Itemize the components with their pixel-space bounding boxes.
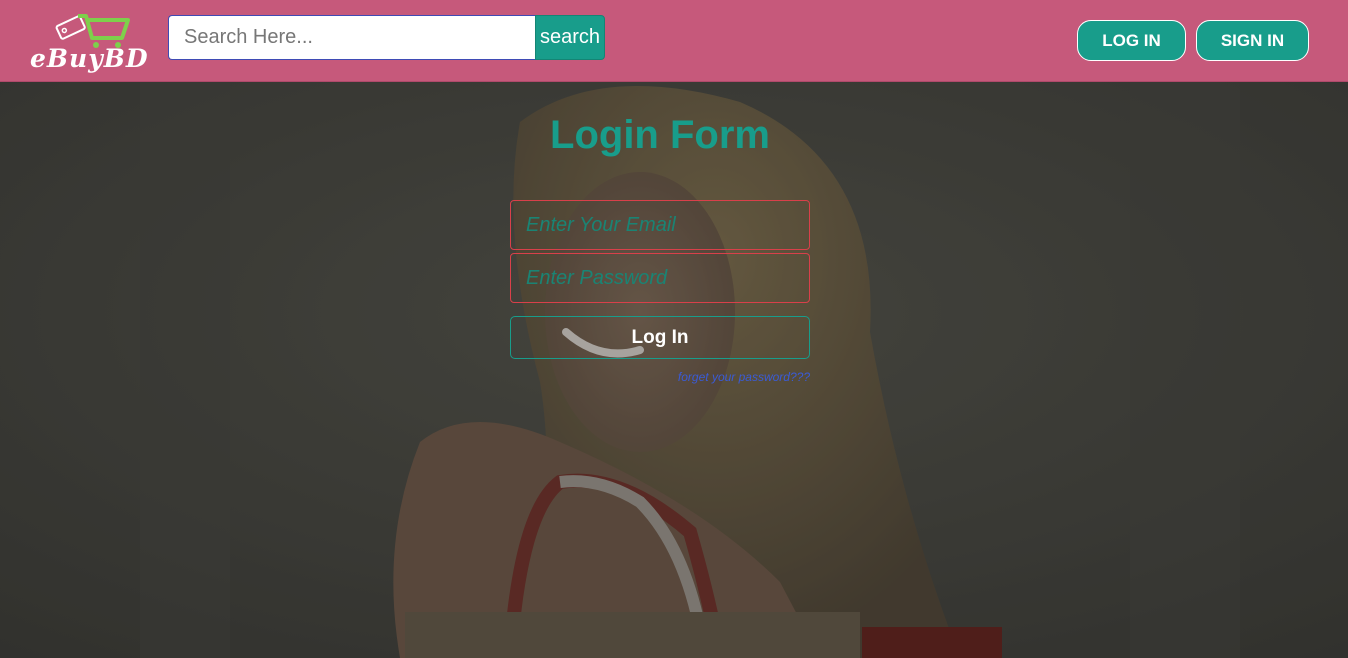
top-navbar: eBuyBD search LOG IN SIGN IN — [0, 0, 1348, 82]
header-login-button[interactable]: LOG IN — [1077, 20, 1186, 61]
login-form-title: Login Form — [550, 113, 770, 157]
password-field[interactable] — [510, 253, 810, 303]
search-button[interactable]: search — [535, 15, 605, 60]
search-input[interactable] — [168, 15, 535, 60]
brand-logo[interactable]: eBuyBD — [30, 10, 149, 74]
email-field[interactable] — [510, 200, 810, 250]
forgot-password-link[interactable]: forget your password??? — [560, 370, 810, 384]
login-submit-button[interactable]: Log In — [510, 316, 810, 359]
brand-name: eBuyBD — [30, 44, 149, 73]
header-signin-button[interactable]: SIGN IN — [1196, 20, 1309, 61]
